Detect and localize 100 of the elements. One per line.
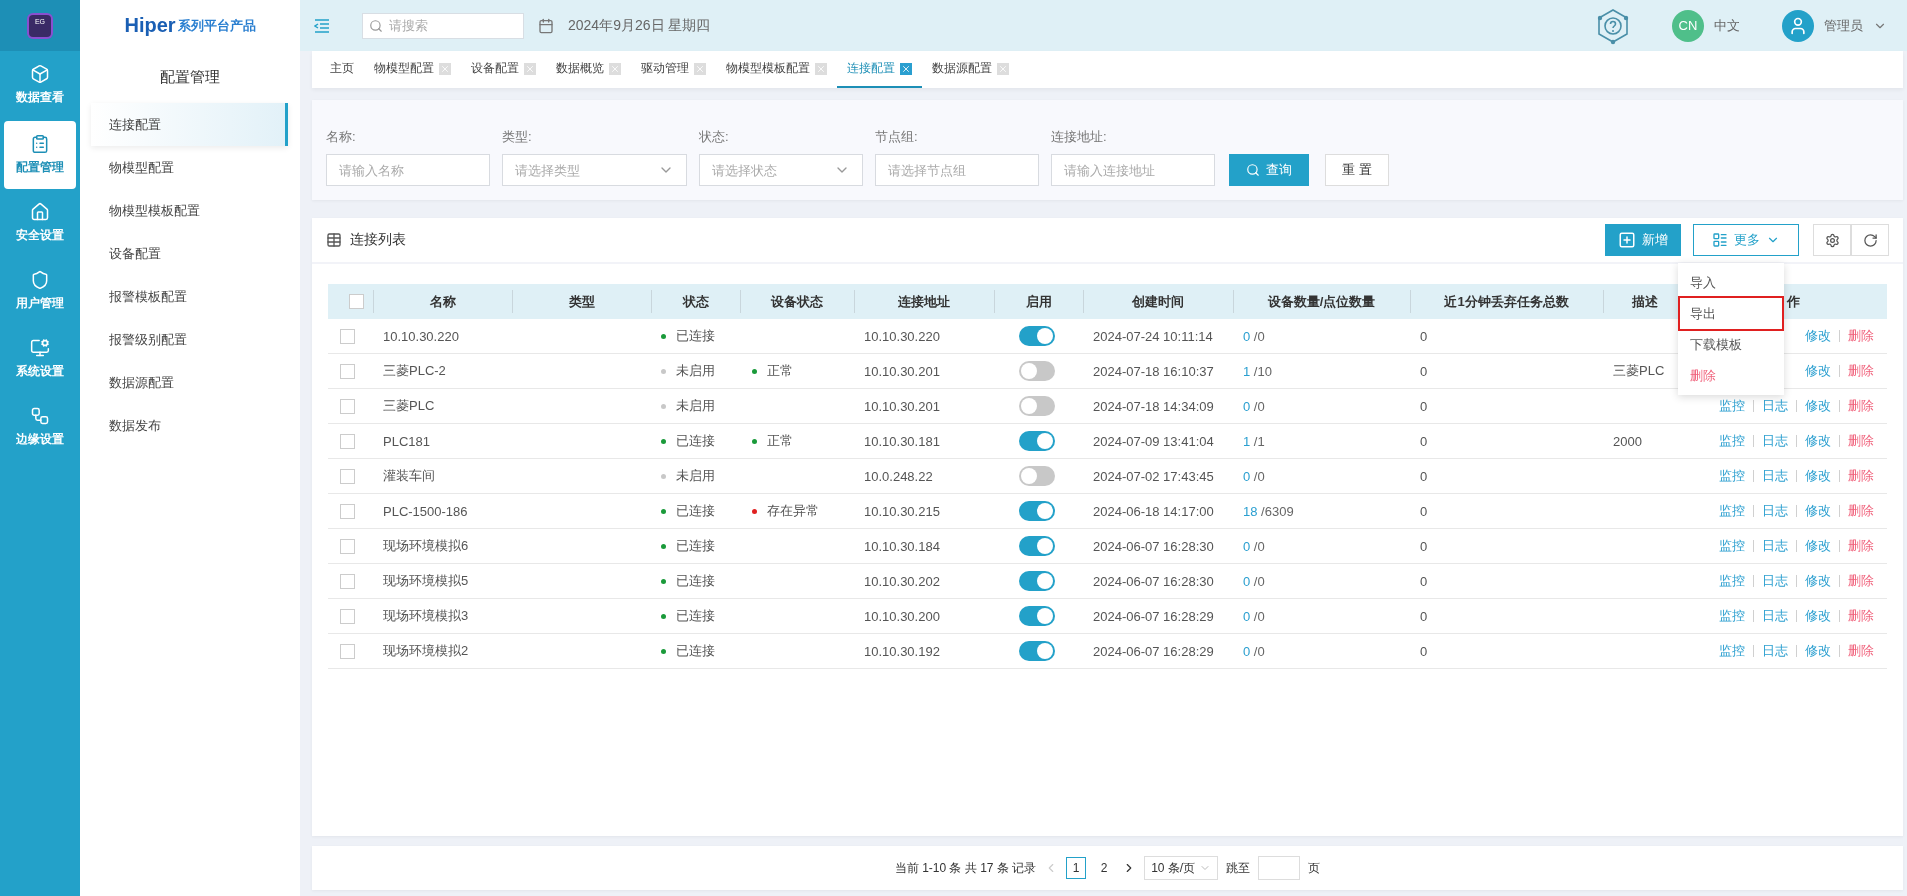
tab-close-icon[interactable] [524,62,536,75]
action-link[interactable]: 监控 [1719,537,1745,555]
reset-button[interactable]: 重 置 [1325,154,1389,186]
delete-link[interactable]: 删除 [1848,397,1874,415]
action-link[interactable]: 日志 [1762,432,1788,450]
action-link[interactable]: 修改 [1805,572,1831,590]
menu-item[interactable]: 下载模板 [1680,329,1782,360]
tab[interactable]: 驱动管理 [631,51,716,88]
add-button[interactable]: 新增 [1605,224,1681,256]
action-link[interactable]: 监控 [1719,397,1745,415]
sidebar-item[interactable]: 物模型模板配置 [80,189,300,232]
action-link[interactable]: 修改 [1805,502,1831,520]
tab[interactable]: 数据源配置 [922,51,1019,88]
tab-close-icon[interactable] [815,62,827,75]
row-checkbox[interactable] [340,433,355,449]
tab-close-icon[interactable] [900,62,912,75]
refresh-button[interactable] [1851,224,1889,256]
select-input[interactable]: 请选择类型 [503,155,652,185]
delete-link[interactable]: 删除 [1848,502,1874,520]
tab-close-icon[interactable] [439,62,451,75]
rail-item[interactable]: 安全设置 [0,189,80,257]
enable-switch[interactable] [1019,431,1055,451]
more-button[interactable]: 更多 [1693,224,1799,256]
delete-link[interactable]: 删除 [1848,642,1874,660]
action-link[interactable]: 日志 [1762,537,1788,555]
action-link[interactable]: 监控 [1719,642,1745,660]
enable-switch[interactable] [1019,606,1055,626]
tab[interactable]: 数据概览 [546,51,631,88]
input-field[interactable]: 请选择节点组 [876,155,1038,185]
delete-link[interactable]: 删除 [1848,607,1874,625]
select-field[interactable]: 请选择状态 [699,154,863,186]
action-link[interactable]: 日志 [1762,572,1788,590]
tab-close-icon[interactable] [997,62,1009,75]
rail-item[interactable]: 数据查看 [0,51,80,119]
row-checkbox[interactable] [340,398,355,414]
help-icon[interactable] [1596,6,1630,45]
enable-switch[interactable] [1019,361,1055,381]
enable-switch[interactable] [1019,396,1055,416]
tab[interactable]: 连接配置 [837,51,922,88]
search-button[interactable]: 查询 [1229,154,1309,186]
action-link[interactable]: 修改 [1805,607,1831,625]
row-checkbox[interactable] [340,538,355,554]
sidebar-item[interactable]: 报警模板配置 [80,275,300,318]
tab[interactable]: 设备配置 [461,51,546,88]
rail-item[interactable]: 用户管理 [0,257,80,325]
action-link[interactable]: 监控 [1719,502,1745,520]
enable-switch[interactable] [1019,466,1055,486]
sidebar-item[interactable]: 物模型配置 [80,146,300,189]
tab[interactable]: 物模型配置 [364,51,461,88]
sidebar-item[interactable]: 数据源配置 [80,361,300,404]
action-link[interactable]: 监控 [1719,467,1745,485]
settings-button[interactable] [1813,224,1851,256]
row-checkbox[interactable] [340,328,355,344]
page-size-select[interactable]: 10 条/页 [1144,856,1219,880]
page-button[interactable]: 1 [1066,857,1087,879]
input-field[interactable]: 请输入名称 [327,155,489,185]
action-link[interactable]: 修改 [1805,537,1831,555]
search-field[interactable]: 请搜索 [362,12,524,39]
page-input[interactable] [1258,856,1301,880]
rail-item[interactable]: 边缘设置 [0,393,80,461]
action-link[interactable]: 修改 [1805,432,1831,450]
tab[interactable]: 物模型模板配置 [716,51,837,88]
action-link[interactable]: 日志 [1762,607,1788,625]
action-link[interactable]: 监控 [1719,572,1745,590]
action-link[interactable]: 日志 [1762,502,1788,520]
row-checkbox[interactable] [340,363,355,379]
action-link[interactable]: 日志 [1762,642,1788,660]
action-link[interactable]: 监控 [1719,607,1745,625]
tab-close-icon[interactable] [694,62,706,75]
enable-switch[interactable] [1019,571,1055,591]
enable-switch[interactable] [1019,326,1055,346]
row-checkbox[interactable] [340,503,355,519]
action-link[interactable]: 修改 [1805,642,1831,660]
user-name[interactable]: 管理员 [1824,16,1863,35]
delete-link[interactable]: 删除 [1848,362,1874,380]
tab[interactable]: 主页 [320,51,364,88]
row-checkbox[interactable] [340,573,355,589]
action-link[interactable]: 修改 [1805,397,1831,415]
delete-link[interactable]: 删除 [1848,467,1874,485]
enable-switch[interactable] [1019,536,1055,556]
row-checkbox[interactable] [340,643,355,659]
enable-switch[interactable] [1019,641,1055,661]
delete-link[interactable]: 删除 [1848,537,1874,555]
menu-item[interactable]: 删除 [1680,360,1782,391]
select-all-checkbox[interactable] [349,294,364,309]
user-avatar-icon[interactable] [1782,9,1814,42]
select-input[interactable]: 请选择状态 [700,155,828,185]
delete-link[interactable]: 删除 [1848,327,1874,345]
rail-item[interactable]: 配置管理 [4,121,76,189]
language-label[interactable]: 中文 [1714,16,1740,35]
row-checkbox[interactable] [340,468,355,484]
input-field[interactable]: 请输入连接地址 [1052,155,1214,185]
action-link[interactable]: 修改 [1805,467,1831,485]
action-link[interactable]: 日志 [1762,397,1788,415]
tab-close-icon[interactable] [609,62,621,75]
delete-link[interactable]: 删除 [1848,432,1874,450]
sidebar-item[interactable]: 报警级别配置 [80,318,300,361]
action-link[interactable]: 监控 [1719,432,1745,450]
language-badge[interactable]: CN [1672,9,1704,42]
action-link[interactable]: 修改 [1805,327,1831,345]
